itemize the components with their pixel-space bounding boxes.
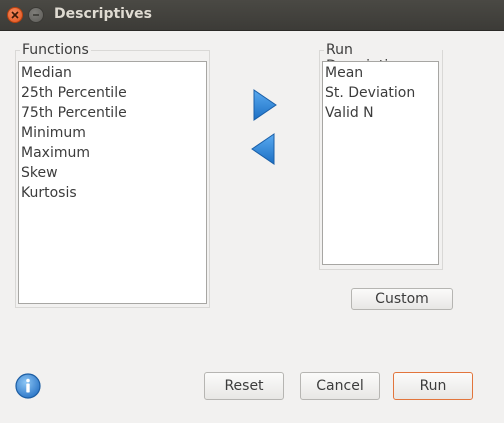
info-icon [15, 373, 41, 399]
arrow-right-icon [253, 89, 277, 121]
functions-list[interactable]: Median 25th Percentile 75th Percentile M… [18, 61, 207, 304]
reset-button[interactable]: Reset [204, 372, 284, 400]
list-item[interactable]: Mean [323, 63, 438, 83]
functions-label: Functions [20, 42, 91, 58]
list-item[interactable]: Kurtosis [19, 183, 206, 203]
list-item[interactable]: Maximum [19, 143, 206, 163]
custom-button[interactable]: Custom [351, 288, 453, 310]
add-function-button[interactable] [252, 89, 278, 125]
remove-function-button[interactable] [250, 133, 276, 169]
arrow-left-icon [251, 133, 275, 165]
window-minimize-button[interactable] [28, 7, 44, 23]
title-bar: Descriptives [0, 0, 504, 31]
cancel-button[interactable]: Cancel [300, 372, 380, 400]
list-item[interactable]: Median [19, 63, 206, 83]
window-title: Descriptives [54, 6, 152, 22]
list-item[interactable]: Minimum [19, 123, 206, 143]
list-item[interactable]: 75th Percentile [19, 103, 206, 123]
close-icon [11, 11, 19, 19]
list-item[interactable]: Skew [19, 163, 206, 183]
minimize-icon [33, 14, 39, 16]
list-item[interactable]: 25th Percentile [19, 83, 206, 103]
window-close-button[interactable] [7, 7, 23, 23]
list-item[interactable]: St. Deviation [323, 83, 438, 103]
info-button[interactable] [14, 372, 42, 404]
list-item[interactable]: Valid N [323, 103, 438, 123]
run-descriptives-list[interactable]: Mean St. Deviation Valid N [322, 61, 439, 265]
run-button[interactable]: Run [393, 372, 473, 400]
